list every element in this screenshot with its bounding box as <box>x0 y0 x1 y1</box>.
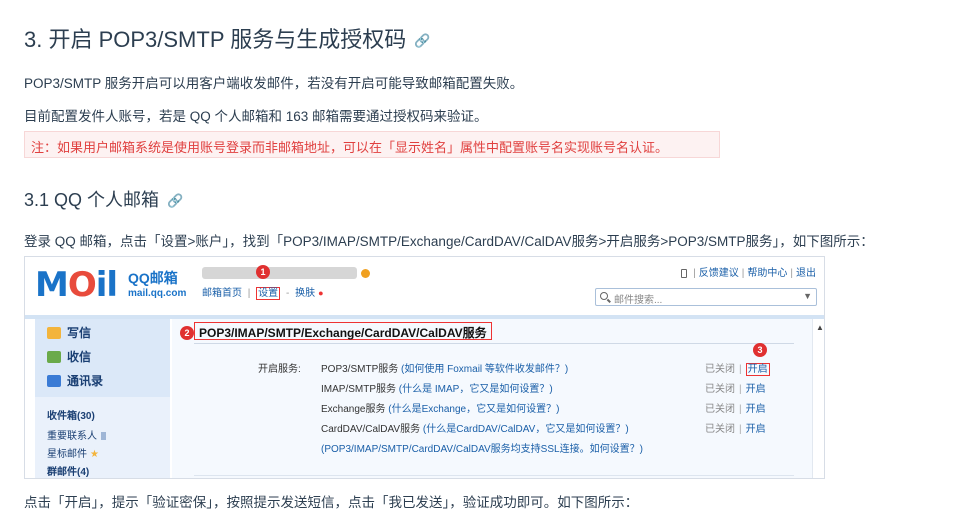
logout-link[interactable]: 退出 <box>796 268 816 279</box>
scrollbar[interactable]: ▲ <box>812 319 824 478</box>
brand-domain: mail.qq.com <box>128 288 187 299</box>
section-heading-main: 3. 开启 POP3/SMTP 服务与生成授权码 🔗 <box>24 22 430 54</box>
paragraph-auth-code: 目前配置发件人账号，若是 QQ 个人邮箱和 163 邮箱需要通过授权码来验证。 <box>24 109 488 124</box>
service-name: POP3/SMTP服务 <box>321 364 399 375</box>
link-icon[interactable]: 🔗 <box>414 33 430 49</box>
service-row-carddav: CardDAV/CalDAV服务 (什么是CardDAV/CalDAV，它又是如… <box>321 420 629 435</box>
settings-panel: POP3/IMAP/SMTP/Exchange/CardDAV/CalDAV服务… <box>172 319 812 478</box>
search-placeholder: 邮件搜索... <box>614 295 663 306</box>
service-help-link[interactable]: (什么是Exchange，它又是如何设置？) <box>388 404 559 415</box>
service-section-title: POP3/IMAP/SMTP/Exchange/CardDAV/CalDAV服务 <box>194 322 492 340</box>
enable-carddav-button[interactable]: 开启 <box>746 424 766 435</box>
qq-mail-screenshot: MOil QQ邮箱 mail.qq.com 邮箱首页 | 设置 - 换肤 ● | 反… <box>24 256 825 479</box>
sidebar-compose[interactable]: 写信 <box>47 324 91 341</box>
mail-sidebar: 写信 收信 通讯录 收件箱(30) 重要联系人 星标邮件 ★ 群邮件(4) <box>35 319 170 478</box>
sidebar-label: 收信 <box>67 350 92 364</box>
mail-nav: 邮箱首页 | 设置 - 换肤 ● <box>202 284 327 300</box>
status-text: 已关闭 <box>705 404 735 415</box>
paragraph-login-steps: 登录 QQ 邮箱，点击「设置>账户」，找到「POP3/IMAP/SMTP/Exc… <box>24 234 874 249</box>
step-badge-1: 1 <box>256 265 270 279</box>
feedback-link[interactable]: 反馈建议 <box>699 268 739 279</box>
dropdown-icon[interactable]: ▼ <box>803 291 812 301</box>
mail-header: MOil QQ邮箱 mail.qq.com 邮箱首页 | 设置 - 换肤 ● | 反… <box>25 257 824 315</box>
mail-logo: MOil <box>35 265 118 305</box>
separator: | <box>739 364 742 375</box>
enable-imap-button[interactable]: 开启 <box>746 384 766 395</box>
separator: | <box>739 404 742 415</box>
brand-name: QQ邮箱 <box>128 270 178 286</box>
receive-icon <box>47 351 61 363</box>
service-row-exchange: Exchange服务 (什么是Exchange，它又是如何设置？) <box>321 400 559 415</box>
link-icon[interactable]: 🔗 <box>167 193 183 209</box>
separator: | <box>739 384 742 395</box>
nav-skin[interactable]: 换肤 <box>295 288 315 299</box>
separator: | <box>741 268 745 279</box>
folder-starred[interactable]: 星标邮件 ★ <box>47 445 99 460</box>
nav-separator: | <box>247 288 251 299</box>
sidebar-contacts[interactable]: 通讯录 <box>47 372 103 389</box>
service-status-exchange: 已关闭 | 开启 <box>705 400 766 415</box>
folder-groups[interactable]: 群邮件(4) <box>47 463 89 478</box>
heading-text: 3. 开启 POP3/SMTP 服务与生成授权码 <box>24 27 407 52</box>
service-name: IMAP/SMTP服务 <box>321 384 397 395</box>
step-badge-3: 3 <box>753 343 767 357</box>
service-status-carddav: 已关闭 | 开启 <box>705 420 766 435</box>
enable-pop3-button[interactable]: 开启 <box>745 363 770 376</box>
new-dot-icon: ● <box>318 288 324 298</box>
top-links: | 反馈建议 | 帮助中心 | 退出 <box>681 264 816 279</box>
separator: | <box>739 424 742 435</box>
search-icon <box>600 292 608 300</box>
paragraph-pop3-intro: POP3/SMTP 服务开启可以用客户端收发邮件，若没有开启可能导致邮箱配置失败… <box>24 76 524 91</box>
sidebar-label: 写信 <box>67 326 92 340</box>
service-row-imap: IMAP/SMTP服务 (什么是 IMAP，它又是如何设置？) <box>321 380 553 395</box>
service-name: CardDAV/CalDAV服务 <box>321 424 421 435</box>
enable-exchange-button[interactable]: 开启 <box>746 404 766 415</box>
service-help-link[interactable]: (什么是CardDAV/CalDAV，它又是如何设置？) <box>423 424 629 435</box>
separator: | <box>790 268 793 279</box>
scroll-up-icon[interactable]: ▲ <box>816 323 824 332</box>
folder-inbox[interactable]: 收件箱(30) <box>47 407 95 422</box>
contacts-icon <box>47 375 61 387</box>
status-text: 已关闭 <box>705 424 735 435</box>
mail-search-input[interactable]: 邮件搜索... ▼ <box>595 288 817 306</box>
nav-settings[interactable]: 设置 <box>256 287 281 300</box>
nav-home[interactable]: 邮箱首页 <box>202 288 242 299</box>
service-help-link[interactable]: (如何使用 Foxmail 等软件收发邮件？) <box>401 364 568 375</box>
folder-label: 星标邮件 <box>47 449 87 460</box>
status-text: 已关闭 <box>705 364 735 375</box>
section-divider <box>194 343 794 344</box>
folder-vip[interactable]: 重要联系人 <box>47 427 106 442</box>
section-bottom-divider <box>194 475 794 476</box>
folder-label: 重要联系人 <box>47 431 97 442</box>
service-help-link[interactable]: (什么是 IMAP，它又是如何设置？) <box>399 384 553 395</box>
open-service-label: 开启服务: <box>258 364 301 375</box>
service-status-imap: 已关闭 | 开启 <box>705 380 766 395</box>
status-text: 已关闭 <box>705 384 735 395</box>
alert-icon[interactable] <box>361 269 370 278</box>
compose-icon <box>47 327 61 339</box>
heading-text: 3.1 QQ 个人邮箱 <box>24 190 160 210</box>
blurred-account <box>202 267 357 279</box>
separator: | <box>693 268 696 279</box>
sidebar-inbox-action[interactable]: 收信 <box>47 348 91 365</box>
nav-separator: - <box>285 288 290 299</box>
section-heading-qq: 3.1 QQ 个人邮箱 🔗 <box>24 186 183 212</box>
sidebar-label: 通讯录 <box>67 374 104 388</box>
phone-icon[interactable] <box>681 268 688 278</box>
warning-note: 注：如果用户邮箱系统是使用账号登录而非邮箱地址，可以在「显示姓名」属性中配置账号… <box>24 131 720 158</box>
step-badge-2: 2 <box>180 326 194 340</box>
service-status-pop3: 已关闭 | 开启 <box>705 360 770 376</box>
help-link[interactable]: 帮助中心 <box>747 268 787 279</box>
flag-icon <box>101 432 106 440</box>
ssl-note-link[interactable]: (POP3/IMAP/SMTP/CardDAV/CalDAV服务均支持SSL连接… <box>321 440 643 455</box>
service-row-pop3: POP3/SMTP服务 (如何使用 Foxmail 等软件收发邮件？) <box>321 360 568 375</box>
service-name: Exchange服务 <box>321 404 386 415</box>
paragraph-enable-steps: 点击「开启」，提示「验证密保」，按照提示发送短信，点击「我已发送」，验证成功即可… <box>24 495 639 510</box>
star-icon: ★ <box>90 449 99 460</box>
